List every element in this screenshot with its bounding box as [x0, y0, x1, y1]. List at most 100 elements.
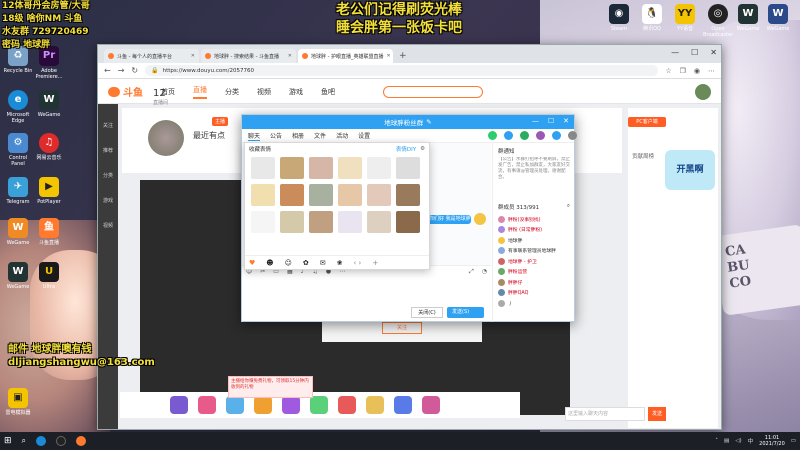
browser-tab-active[interactable]: 地球胖 - 护眼直播_英雄联盟直播 ✕ — [298, 49, 393, 63]
profile-icon[interactable]: ◉ — [694, 67, 700, 75]
desktop-icon-ultra[interactable]: U Ultra — [34, 262, 64, 290]
sticker-thumbnail[interactable] — [309, 184, 333, 206]
close-window-icon[interactable]: ✕ — [710, 48, 717, 57]
sticker-thumbnail[interactable] — [251, 211, 275, 233]
streamer-avatar[interactable] — [148, 120, 184, 156]
desktop-icon-wegame-5[interactable]: W WeGame — [763, 4, 793, 32]
member-item[interactable]: 胖胖仔 — [498, 277, 570, 288]
member-item[interactable]: 地球胖 — [498, 235, 570, 246]
member-item[interactable]: 胖粉运营 — [498, 267, 570, 278]
desktop-icon-control-panel[interactable]: ⚙ Control Panel — [3, 133, 33, 167]
sticker-thumbnail[interactable] — [309, 211, 333, 233]
gift-icon[interactable] — [170, 396, 188, 414]
phone-icon[interactable] — [488, 131, 497, 140]
gift-icon[interactable] — [282, 396, 300, 414]
member-item[interactable]: 地球胖 - 护卫 — [498, 256, 570, 267]
desktop-icon-edge[interactable]: e Microsoft Edge — [3, 90, 33, 124]
collections-icon[interactable]: ❐ — [680, 67, 686, 75]
qq-message-input[interactable] — [242, 277, 491, 307]
desktop-icon-douyu[interactable]: 鱼斗鱼直播 — [34, 218, 64, 246]
gift-icon[interactable] — [254, 396, 272, 414]
maximize-icon[interactable]: ☐ — [691, 48, 698, 57]
notification-icon[interactable]: ▭ — [791, 438, 796, 444]
notice-body[interactable]: 【公告】水群打招呼不要刷屏，禁止发广告，禁止私加群友，大家友好交流，有事请@管理… — [498, 157, 570, 197]
desktop-icon-telegram[interactable]: ✈ Telegram — [3, 177, 33, 205]
sticker-thumbnail[interactable] — [280, 157, 304, 179]
gift-icon[interactable] — [310, 396, 328, 414]
emoji-category-icon[interactable]: ✿ — [303, 259, 309, 267]
sticker-thumbnail[interactable] — [338, 211, 362, 233]
gift-icon[interactable] — [394, 396, 412, 414]
sidebar-item-recommend[interactable]: 推荐 — [98, 147, 118, 154]
follow-button[interactable]: 关注 — [382, 322, 422, 334]
desktop-icon-wegame[interactable]: W WeGame — [34, 90, 64, 118]
member-item[interactable]: 胖粉 (日常胖粉) — [498, 225, 570, 236]
desktop-icon-steam[interactable]: ◉ Steam — [604, 4, 634, 32]
app-icon[interactable] — [536, 131, 545, 140]
sticker-thumbnail[interactable] — [280, 184, 304, 206]
sidebar-item-video[interactable]: 视频 — [98, 222, 118, 229]
refresh-icon[interactable]: ↻ — [131, 66, 138, 75]
history-icon[interactable]: ◔ — [482, 268, 487, 275]
emoji-category-icon[interactable]: ♥ — [249, 259, 255, 267]
emoji-category-icon[interactable]: ✉ — [320, 259, 326, 267]
sticker-thumbnail[interactable] — [396, 184, 420, 206]
sticker-thumbnail[interactable] — [338, 184, 362, 206]
sticker-thumbnail[interactable] — [280, 211, 304, 233]
tab-settings[interactable]: 设置 — [358, 131, 370, 140]
desktop-icon-qq[interactable]: 🐧 腾讯QQ — [637, 4, 667, 32]
volume-icon[interactable]: ◁) — [735, 438, 741, 444]
chat-send-button[interactable]: 发送 — [648, 407, 666, 421]
desktop-icon-yy[interactable]: YY YY语音 — [670, 4, 700, 32]
member-item[interactable]: 胖粉(没事别找) — [498, 214, 570, 225]
desktop-icon-wegame-3[interactable]: W WeGame — [3, 262, 33, 290]
browser-tab[interactable]: 斗鱼 - 每个人的直播平台 ✕ — [104, 49, 199, 63]
tab-chat[interactable]: 聊天 — [248, 131, 261, 141]
desktop-icon-obs[interactable]: ◎ Open Broadcaster — [703, 4, 733, 38]
back-icon[interactable]: ← — [104, 66, 111, 75]
gift-icon[interactable] — [338, 396, 356, 414]
clock[interactable]: 11:01 2021/7/20 — [759, 435, 785, 447]
pc-client-button[interactable]: PC客户端 — [628, 117, 666, 127]
windows-start-icon[interactable]: ⊞ — [4, 436, 12, 446]
network-icon[interactable]: ▤ — [724, 438, 729, 444]
tab-files[interactable]: 文件 — [314, 131, 326, 140]
sticker-thumbnail[interactable] — [251, 157, 275, 179]
gift-icon[interactable] — [198, 396, 216, 414]
sticker-thumbnail[interactable] — [309, 157, 333, 179]
sidebar-item-follow[interactable]: 关注 — [98, 122, 118, 129]
video-icon[interactable] — [504, 131, 513, 140]
sidebar-item-category[interactable]: 分类 — [98, 172, 118, 179]
browser-tab[interactable]: 地球胖 - 搜索结果 - 斗鱼直播 ✕ — [201, 49, 296, 63]
close-tab-icon[interactable]: ✕ — [191, 53, 195, 59]
send-button[interactable]: 发送(S) — [447, 307, 484, 318]
douyu-icon[interactable] — [76, 436, 87, 446]
more-icon[interactable] — [568, 131, 577, 140]
emoji-diy-link[interactable]: 表情DIY — [396, 145, 416, 153]
emoji-tab-favorites[interactable]: 收藏表情 — [249, 145, 271, 153]
desktop-icon-netease-music[interactable]: ♫ 网易云音乐 — [34, 133, 64, 161]
nav-video[interactable]: 视频 — [257, 87, 271, 97]
close-button[interactable]: 关闭(C) — [411, 307, 443, 318]
promo-notice[interactable]: 主播给你赚免费礼物，可领取15分钟内收到的礼物 — [228, 376, 313, 398]
desktop-icon-wegame-4[interactable]: W WeGame — [733, 4, 763, 32]
nav-category[interactable]: 分类 — [225, 87, 239, 97]
more-icon[interactable]: ⋯ — [708, 67, 715, 75]
close-tab-icon[interactable]: ✕ — [387, 53, 391, 59]
expand-icon[interactable]: ⤢ — [469, 268, 474, 276]
sticker-thumbnail[interactable] — [396, 157, 420, 179]
emoji-category-icon[interactable]: + — [372, 259, 378, 267]
emoji-category-icon[interactable]: ‹ › — [354, 259, 362, 267]
chevron-up-icon[interactable]: ˄ — [715, 438, 718, 444]
maximize-icon[interactable]: ☐ — [548, 117, 554, 125]
emoji-category-icon[interactable]: ☺ — [285, 259, 292, 267]
tab-album[interactable]: 相册 — [292, 131, 304, 140]
obs-icon[interactable] — [56, 436, 67, 446]
add-icon[interactable] — [552, 131, 561, 140]
screen-share-icon[interactable] — [520, 131, 529, 140]
desktop-icon-potplayer[interactable]: ▶ PotPlayer — [34, 177, 64, 205]
chat-input[interactable]: 这里输入聊天内容 — [565, 407, 645, 421]
gear-icon[interactable]: ⚙ — [420, 146, 425, 152]
url-field[interactable]: 🔒 https://www.douyu.com/2057760 — [145, 65, 659, 76]
minimize-icon[interactable]: — — [532, 117, 539, 125]
